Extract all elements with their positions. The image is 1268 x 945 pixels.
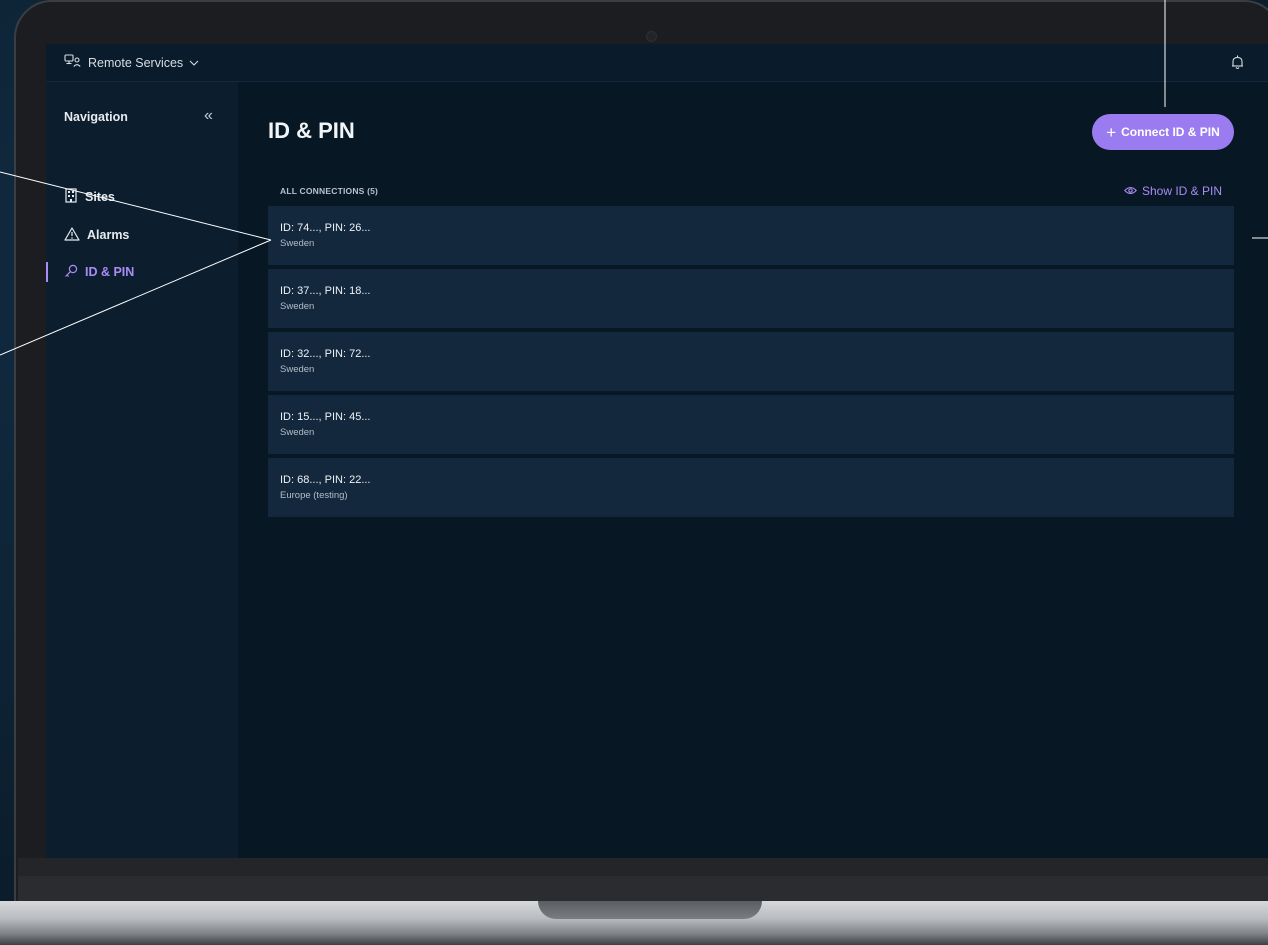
connect-id-pin-button[interactable]: + Connect ID & PIN [1092, 114, 1234, 150]
connection-region: Sweden [280, 364, 315, 375]
connection-id: ID: 74..., PIN: 26... [280, 222, 371, 234]
sidebar-item-id-pin[interactable]: ID & PIN [46, 260, 238, 284]
main-content: ID & PIN + Connect ID & PIN ALL CONNECTI… [268, 82, 1234, 858]
connection-region: Europe (testing) [280, 490, 348, 501]
connection-region: Sweden [280, 301, 315, 312]
sidebar: Navigation « Sites Alarms ID & PIN [46, 82, 238, 858]
remote-services-icon [64, 54, 82, 71]
connection-id: ID: 37..., PIN: 18... [280, 285, 371, 297]
page-title: ID & PIN [268, 118, 355, 143]
sidebar-item-sites[interactable]: Sites [46, 185, 238, 209]
connection-row[interactable]: ID: 15..., PIN: 45... Sweden [268, 395, 1234, 454]
connection-id: ID: 15..., PIN: 45... [280, 411, 371, 423]
app-switcher-label: Remote Services [88, 55, 184, 70]
connection-id: ID: 32..., PIN: 72... [280, 348, 371, 360]
connection-region: Sweden [280, 427, 315, 438]
collapse-sidebar-icon[interactable]: « [204, 107, 213, 125]
sidebar-item-label: Alarms [87, 228, 130, 242]
sidebar-item-label: ID & PIN [85, 265, 135, 279]
sidebar-title: Navigation [64, 110, 128, 124]
app-screen: Remote Services Navigation « Sites Alarm… [46, 44, 1268, 858]
plus-icon: + [1106, 122, 1117, 142]
connection-row[interactable]: ID: 68..., PIN: 22... Europe (testing) [268, 458, 1234, 517]
connection-row[interactable]: ID: 37..., PIN: 18... Sweden [268, 269, 1234, 328]
eye-icon [1124, 184, 1137, 198]
laptop-notch [538, 901, 762, 919]
connect-button-label: Connect ID & PIN [1121, 125, 1220, 139]
key-icon [64, 264, 78, 281]
connection-row[interactable]: ID: 32..., PIN: 72... Sweden [268, 332, 1234, 391]
sidebar-item-label: Sites [85, 190, 115, 204]
bell-icon[interactable] [1231, 55, 1244, 75]
laptop-bezel-strip [18, 876, 1268, 902]
building-icon [64, 188, 78, 206]
connection-region: Sweden [280, 238, 315, 249]
top-bar: Remote Services [46, 44, 1268, 82]
connections-list: ID: 74..., PIN: 26... Sweden ID: 37..., … [268, 206, 1234, 521]
sidebar-item-alarms[interactable]: Alarms [46, 223, 238, 247]
show-id-pin-toggle[interactable]: Show ID & PIN [1124, 184, 1222, 198]
connections-section-label: ALL CONNECTIONS (5) [280, 186, 379, 196]
warning-triangle-icon [64, 226, 80, 244]
chevron-down-icon [189, 56, 199, 70]
show-toggle-label: Show ID & PIN [1141, 184, 1222, 198]
camera-dot [646, 31, 657, 42]
connection-row[interactable]: ID: 74..., PIN: 26... Sweden [268, 206, 1234, 265]
connection-id: ID: 68..., PIN: 22... [280, 474, 371, 486]
app-switcher[interactable]: Remote Services [64, 54, 199, 71]
